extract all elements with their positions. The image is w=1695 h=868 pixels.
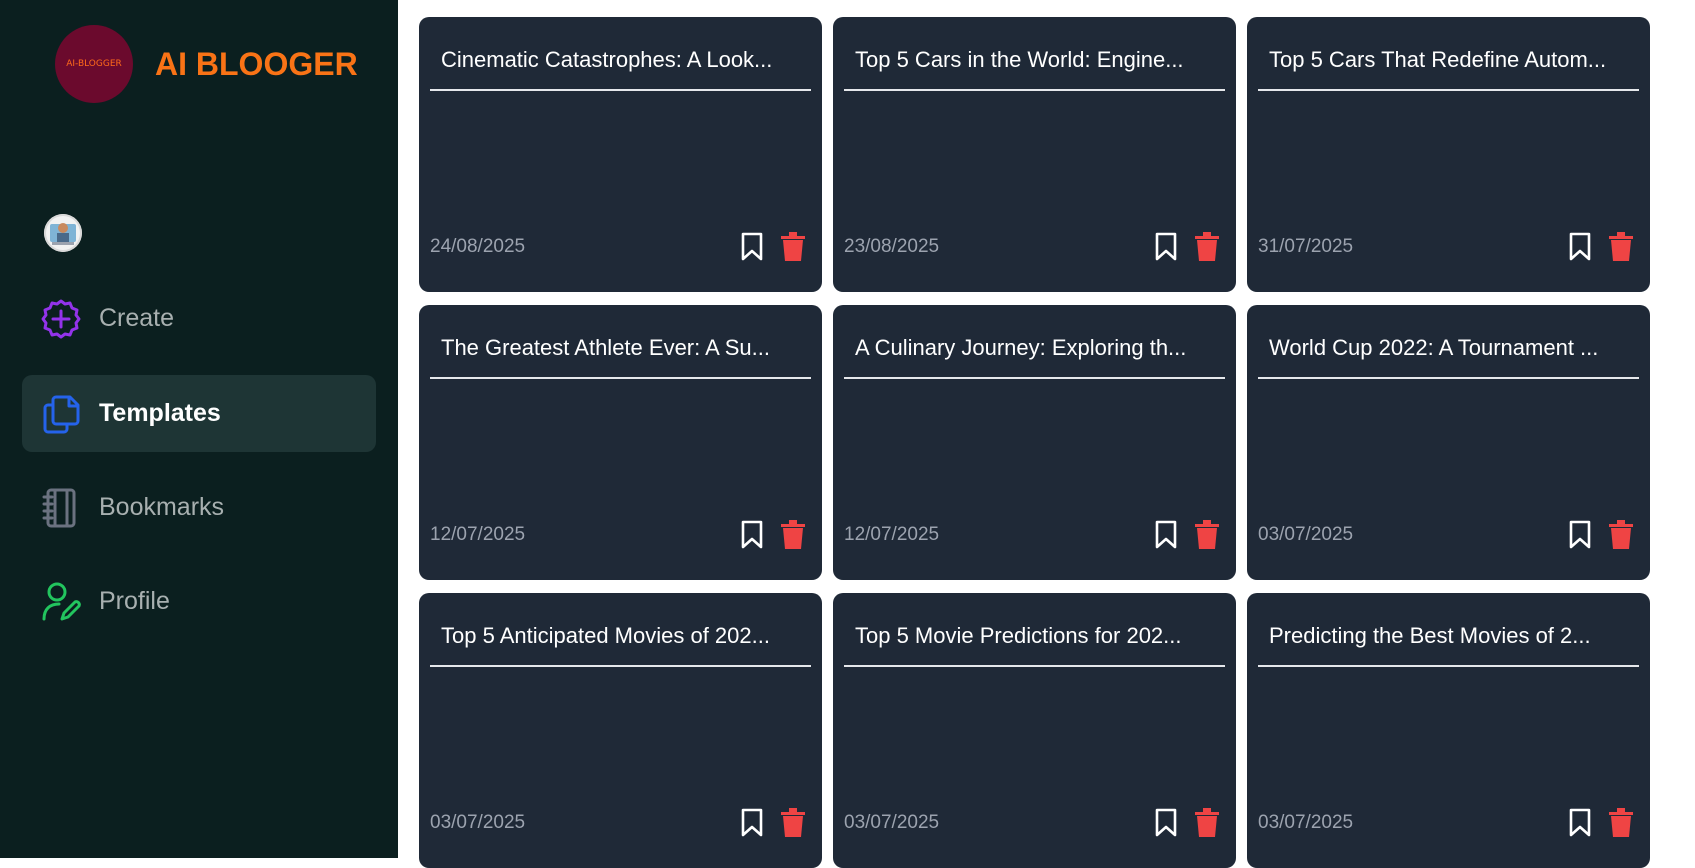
sidebar-item-profile[interactable]: Profile [22,563,376,640]
post-card[interactable]: Predicting the Best Movies of 2... 03/07… [1247,593,1650,868]
post-title: World Cup 2022: A Tournament ... [1269,335,1599,360]
logo: AI-BLOGGER [55,25,133,103]
sidebar-item-create[interactable]: Create [22,280,376,357]
sidebar: AI-BLOGGER AI BLOOGER Create Templates B… [0,0,398,858]
post-card[interactable]: Cinematic Catastrophes: A Look... 24/08/… [419,17,822,292]
post-card[interactable]: Top 5 Movie Predictions for 202... 03/07… [833,593,1236,868]
post-title: Predicting the Best Movies of 2... [1269,623,1591,648]
post-title: A Culinary Journey: Exploring th... [855,335,1187,360]
post-card[interactable]: Top 5 Anticipated Movies of 202... 03/07… [419,593,822,868]
post-date: 03/07/2025 [430,812,526,833]
divider [1258,89,1639,91]
divider [430,377,811,379]
post-date: 03/07/2025 [1258,812,1354,833]
bookmark-icon[interactable] [1567,231,1593,262]
trash-icon[interactable] [781,520,805,549]
post-date: 24/08/2025 [430,236,526,257]
trash-icon[interactable] [781,232,805,261]
post-card[interactable]: Top 5 Cars in the World: Engine... 23/08… [833,17,1236,292]
trash-icon[interactable] [1195,232,1219,261]
divider [844,377,1225,379]
trash-icon[interactable] [1609,232,1633,261]
post-date: 31/07/2025 [1258,236,1354,257]
post-title: The Greatest Athlete Ever: A Su... [441,335,770,360]
trash-icon[interactable] [1195,808,1219,837]
app-title: AI BLOOGER [155,45,358,82]
copy-documents-icon [43,395,80,434]
bookmark-icon[interactable] [1153,519,1179,550]
post-card[interactable]: A Culinary Journey: Exploring th... 12/0… [833,305,1236,580]
bookmark-icon[interactable] [739,807,765,838]
divider [430,89,811,91]
bookmark-icon[interactable] [1567,519,1593,550]
post-date: 03/07/2025 [844,812,940,833]
divider [430,665,811,667]
divider [844,665,1225,667]
post-card[interactable]: World Cup 2022: A Tournament ... 03/07/2… [1247,305,1650,580]
post-date: 12/07/2025 [430,524,526,545]
post-title: Cinematic Catastrophes: A Look... [441,47,773,72]
trash-icon[interactable] [1609,520,1633,549]
sidebar-item-label: Templates [99,399,221,427]
bookmark-icon[interactable] [1153,231,1179,262]
bookmark-icon[interactable] [1153,807,1179,838]
divider [1258,665,1639,667]
notebook-icon [42,488,76,528]
bookmark-icon[interactable] [1567,807,1593,838]
trash-icon[interactable] [1195,520,1219,549]
divider [1258,377,1639,379]
post-date: 12/07/2025 [844,524,940,545]
sidebar-item-label: Create [99,304,175,332]
sidebar-item-templates[interactable]: Templates [22,375,376,452]
trash-icon[interactable] [781,808,805,837]
plus-circle-icon [41,299,81,339]
brand[interactable]: AI-BLOGGER AI BLOOGER [55,25,358,103]
divider [844,89,1225,91]
user-pen-icon [42,582,81,621]
sidebar-item-bookmarks[interactable]: Bookmarks [22,469,376,546]
bookmark-icon[interactable] [739,231,765,262]
post-title: Top 5 Cars That Redefine Autom... [1269,47,1607,72]
post-title: Top 5 Cars in the World: Engine... [855,47,1184,72]
post-title: Top 5 Movie Predictions for 202... [855,623,1182,648]
post-date: 23/08/2025 [844,236,940,257]
trash-icon[interactable] [1609,808,1633,837]
post-date: 03/07/2025 [1258,524,1354,545]
logo-text: AI-BLOGGER [66,59,122,69]
sidebar-item-label: Bookmarks [99,493,225,521]
bookmark-icon[interactable] [739,519,765,550]
post-card[interactable]: The Greatest Athlete Ever: A Su... 12/07… [419,305,822,580]
post-title: Top 5 Anticipated Movies of 202... [441,623,770,648]
post-card[interactable]: Top 5 Cars That Redefine Autom... 31/07/… [1247,17,1650,292]
sidebar-item-label: Profile [99,587,170,615]
avatar[interactable] [44,214,82,252]
